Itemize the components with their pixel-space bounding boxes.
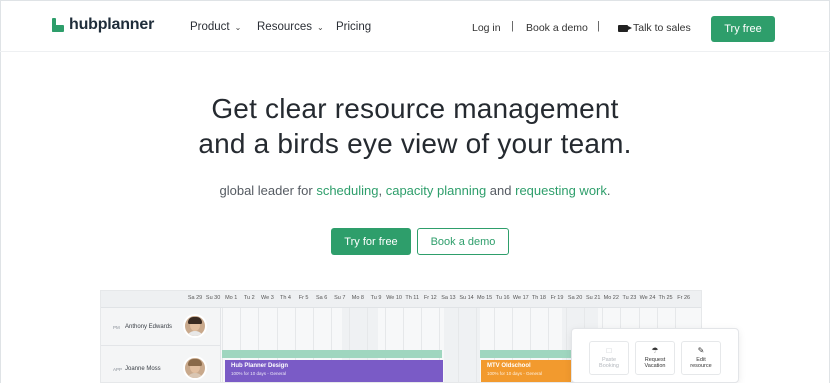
nav-product[interactable]: Product ⌄ bbox=[190, 21, 241, 33]
subtitle-comma: , bbox=[378, 183, 386, 198]
capacity-planning-link[interactable]: capacity planning bbox=[386, 183, 486, 198]
day-header: We 3 bbox=[261, 295, 274, 301]
talk-to-sales-label: Talk to sales bbox=[633, 22, 691, 34]
day-header: Th 18 bbox=[531, 295, 546, 301]
brand-name: hubplanner bbox=[69, 16, 155, 33]
brand-logo[interactable]: hubplanner bbox=[52, 16, 154, 34]
request-vacation-button[interactable]: ☂ Request Vacation bbox=[635, 341, 675, 375]
nav-pricing[interactable]: Pricing bbox=[336, 21, 371, 33]
nav-resources[interactable]: Resources ⌄ bbox=[257, 21, 324, 33]
day-header: Tu 16 bbox=[495, 295, 510, 301]
day-header: Th 4 bbox=[279, 295, 291, 301]
day-header: We 10 bbox=[386, 295, 402, 301]
scheduling-link[interactable]: scheduling bbox=[316, 183, 378, 198]
subtitle-and: and bbox=[486, 183, 516, 198]
avatar bbox=[183, 314, 207, 338]
booking-detail: 100% for 10 days - General bbox=[487, 371, 543, 376]
day-header: Fr 5 bbox=[298, 295, 309, 301]
day-header: Fr 26 bbox=[677, 295, 691, 301]
day-header: Tu 9 bbox=[370, 295, 382, 301]
day-header: We 24 bbox=[639, 295, 656, 301]
day-header: Su 14 bbox=[459, 295, 474, 301]
resource-row[interactable]: PM Anthony Edwards bbox=[101, 308, 221, 346]
day-header: Sa 20 bbox=[567, 295, 583, 301]
nav-pricing-label: Pricing bbox=[336, 21, 372, 33]
action-label: Vacation bbox=[644, 363, 666, 369]
resource-name: Anthony Edwards bbox=[125, 324, 173, 330]
day-header: Sa 6 bbox=[316, 295, 328, 301]
paste-booking-button[interactable]: □ Paste Booking bbox=[589, 341, 629, 375]
grid-line bbox=[222, 308, 224, 382]
hero-subtitle: global leader for scheduling, capacity p… bbox=[0, 183, 830, 198]
nav-product-label: Product bbox=[190, 21, 230, 33]
video-camera-icon bbox=[618, 24, 632, 32]
grid-line bbox=[475, 308, 477, 382]
booking-title: MTV Oldschool bbox=[487, 363, 531, 369]
book-a-demo-button[interactable]: Book a demo bbox=[417, 228, 509, 255]
day-header: Sa 29 bbox=[187, 295, 203, 301]
pencil-icon: ✎ bbox=[697, 346, 705, 355]
day-header: Th 11 bbox=[405, 295, 420, 301]
day-header: Mo 8 bbox=[351, 295, 364, 301]
booking-hub-planner-design[interactable]: Hub Planner Design 100% for 10 days - Ge… bbox=[225, 360, 443, 382]
resource-column: PM Anthony Edwards APP Joanne Moss bbox=[101, 308, 221, 382]
day-header: Fr 19 bbox=[550, 295, 564, 301]
day-header: Mo 15 bbox=[476, 295, 493, 301]
chevron-down-icon: ⌄ bbox=[234, 22, 242, 32]
action-label: Booking bbox=[599, 363, 619, 369]
subtitle-prefix: global leader for bbox=[219, 183, 317, 198]
avatar bbox=[183, 356, 207, 380]
chevron-down-icon: ⌄ bbox=[316, 22, 324, 32]
day-header: Su 7 bbox=[334, 295, 346, 301]
day-header: Mo 22 bbox=[603, 295, 619, 301]
resource-tag: APP bbox=[113, 367, 123, 372]
requesting-work-link[interactable]: requesting work bbox=[515, 183, 607, 198]
action-label: resource bbox=[690, 363, 712, 369]
try-for-free-button[interactable]: Try for free bbox=[331, 228, 411, 255]
availability-bar bbox=[222, 350, 442, 358]
try-free-button[interactable]: Try free bbox=[711, 16, 775, 42]
day-header: Sa 13 bbox=[441, 295, 456, 301]
day-header: Tu 2 bbox=[243, 295, 255, 301]
grid-line bbox=[457, 308, 459, 382]
nav-separator: | bbox=[597, 20, 600, 32]
hubplanner-logo-icon bbox=[52, 18, 64, 32]
umbrella-icon: ☂ bbox=[651, 346, 659, 355]
clipboard-icon: □ bbox=[606, 346, 612, 355]
login-link[interactable]: Log in bbox=[472, 22, 501, 34]
hero-title-line-2: and a birds eye view of your team. bbox=[198, 128, 632, 159]
day-header: Fr 12 bbox=[423, 295, 437, 301]
subtitle-suffix: . bbox=[606, 183, 611, 198]
day-header: Su 21 bbox=[586, 295, 601, 301]
talk-to-sales-link[interactable]: Talk to sales bbox=[618, 22, 691, 34]
day-header: Th 25 bbox=[658, 295, 673, 301]
hero-title-line-1: Get clear resource management bbox=[211, 93, 619, 124]
book-demo-link[interactable]: Book a demo bbox=[526, 22, 588, 34]
day-header: Tu 23 bbox=[622, 295, 637, 301]
nav-resources-label: Resources bbox=[257, 21, 312, 33]
resource-row[interactable]: APP Joanne Moss bbox=[101, 346, 221, 382]
day-header: We 17 bbox=[512, 295, 529, 301]
resource-tag: PM bbox=[113, 325, 120, 330]
resource-context-menu: □ Paste Booking ☂ Request Vacation ✎ Edi… bbox=[571, 328, 739, 383]
booking-title: Hub Planner Design bbox=[231, 363, 289, 369]
edit-resource-button[interactable]: ✎ Edit resource bbox=[681, 341, 721, 375]
scheduler-date-header: Sa 29 Su 30 Mo 1 Tu 2 We 3 Th 4 Fr 5 Sa 6 Su 7 Mo… bbox=[101, 291, 701, 308]
day-header: Su 30 bbox=[205, 295, 221, 301]
day-header: Mo 1 bbox=[225, 295, 238, 301]
resource-name: Joanne Moss bbox=[125, 366, 161, 372]
top-navigation: hubplanner Product ⌄ Resources ⌄ Pricing… bbox=[0, 0, 830, 52]
weekend-column bbox=[444, 308, 480, 382]
booking-mtv-oldschool[interactable]: MTV Oldschool 100% for 10 days - General bbox=[481, 360, 571, 382]
nav-separator: | bbox=[511, 20, 514, 32]
booking-detail: 100% for 10 days - General bbox=[231, 371, 287, 376]
